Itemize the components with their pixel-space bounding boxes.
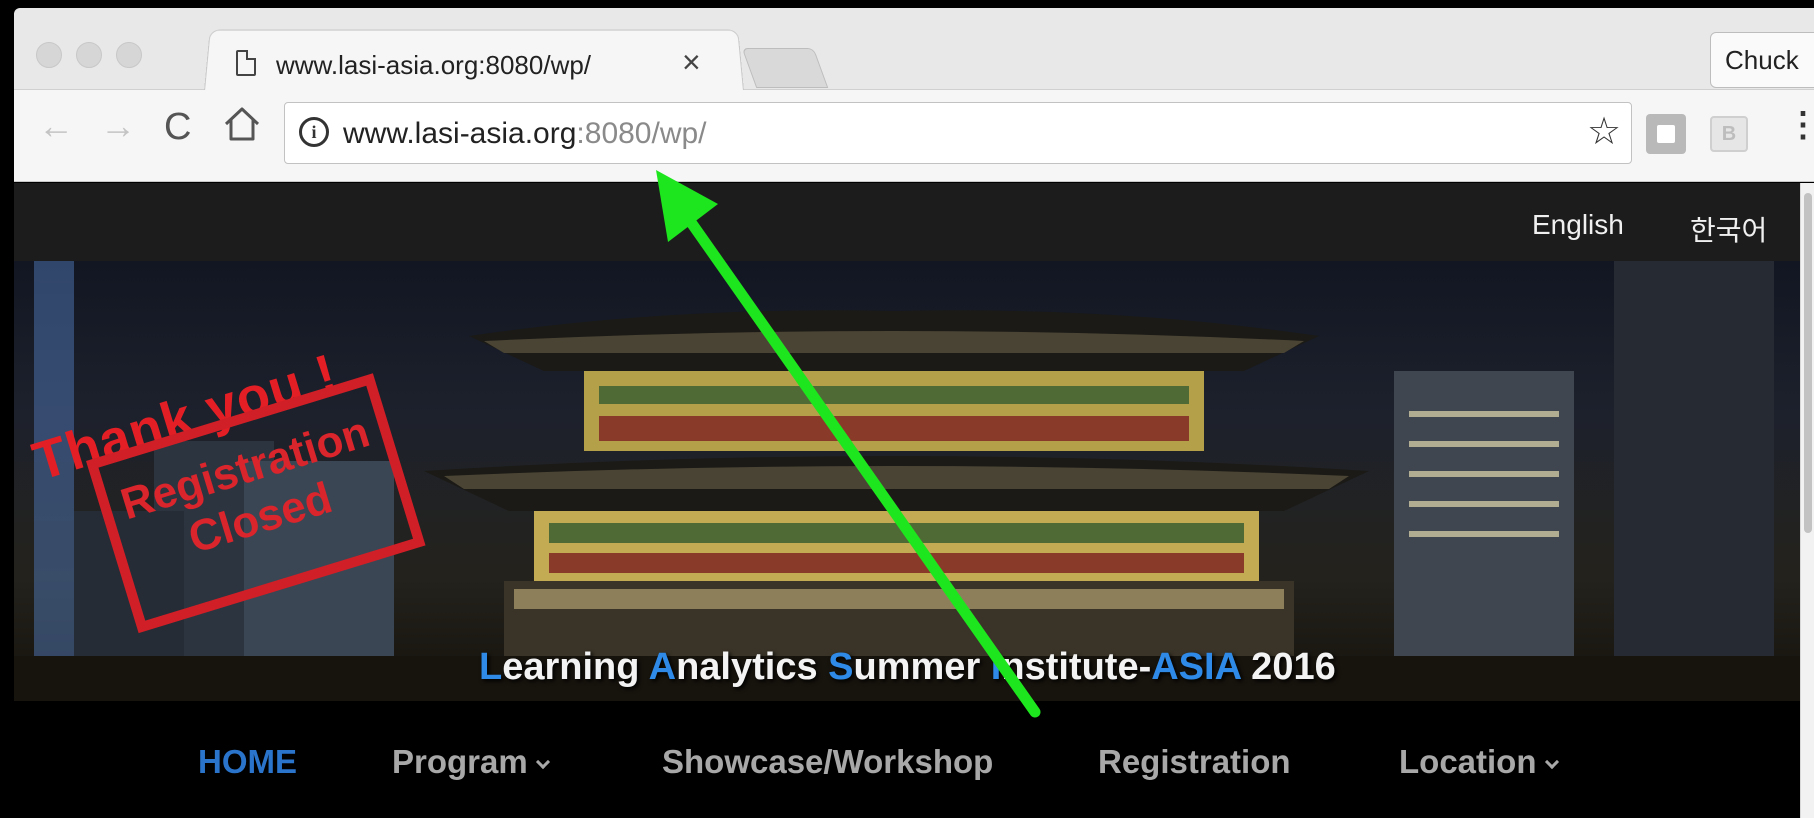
language-korean-link[interactable]: 한국어: [1690, 209, 1767, 249]
tab-bar: www.lasi-asia.org:8080/wp/ × Chuck: [14, 8, 1814, 91]
scrollbar-thumb[interactable]: [1804, 193, 1812, 533]
bookmark-star-icon[interactable]: ☆: [1587, 109, 1621, 154]
nav-program-label: Program: [392, 743, 528, 780]
nav-showcase-workshop[interactable]: Showcase/Workshop: [662, 743, 993, 781]
profile-button[interactable]: Chuck: [1710, 32, 1814, 88]
home-icon[interactable]: [222, 104, 262, 150]
main-navigation: HOME Program Showcase/Workshop Registrat…: [14, 701, 1800, 818]
chevron-down-icon: [1544, 754, 1559, 770]
tab-close-icon[interactable]: ×: [682, 46, 701, 78]
browser-toolbar: ← → C i www.lasi-asia.org:8080/wp/ ☆ B ⋮: [14, 90, 1814, 182]
nav-home[interactable]: HOME: [198, 743, 297, 781]
nav-location-label: Location: [1399, 743, 1537, 780]
address-bar[interactable]: i www.lasi-asia.org:8080/wp/ ☆: [284, 102, 1632, 164]
tab-title[interactable]: www.lasi-asia.org:8080/wp/: [276, 50, 591, 81]
nav-program[interactable]: Program: [392, 743, 550, 781]
close-window-button[interactable]: [36, 42, 62, 68]
url-path: :8080/wp/: [576, 117, 707, 150]
web-page: English 한국어 Thank you ! Registration Clo…: [14, 183, 1800, 818]
browser-window: www.lasi-asia.org:8080/wp/ × Chuck ← → C…: [14, 8, 1814, 818]
page-scrollbar[interactable]: [1800, 183, 1814, 818]
home-icon-shape: [224, 107, 260, 141]
language-english-link[interactable]: English: [1532, 209, 1624, 241]
extension-b-icon[interactable]: B: [1710, 116, 1748, 152]
extension-icon[interactable]: [1646, 114, 1686, 154]
page-icon: [236, 50, 256, 76]
back-arrow-icon[interactable]: ←: [38, 108, 74, 144]
new-tab-button[interactable]: [741, 48, 829, 88]
zoom-window-button[interactable]: [116, 42, 142, 68]
language-bar: English 한국어: [14, 183, 1800, 261]
url-host: www.lasi-asia.org: [343, 117, 577, 150]
chevron-down-icon: [535, 754, 550, 770]
url-text[interactable]: www.lasi-asia.org:8080/wp/: [343, 117, 707, 151]
nav-registration[interactable]: Registration: [1098, 743, 1291, 781]
minimize-window-button[interactable]: [76, 42, 102, 68]
hero-banner: Thank you ! Registration Closed Learning…: [14, 261, 1800, 701]
info-icon[interactable]: i: [299, 117, 329, 147]
banner-title: Learning Analytics Summer Institute-ASIA…: [479, 646, 1336, 688]
reload-icon[interactable]: C: [164, 108, 191, 146]
forward-arrow-icon[interactable]: →: [100, 108, 136, 144]
nav-location[interactable]: Location: [1399, 743, 1559, 781]
menu-dots-icon[interactable]: ⋮: [1786, 108, 1814, 142]
